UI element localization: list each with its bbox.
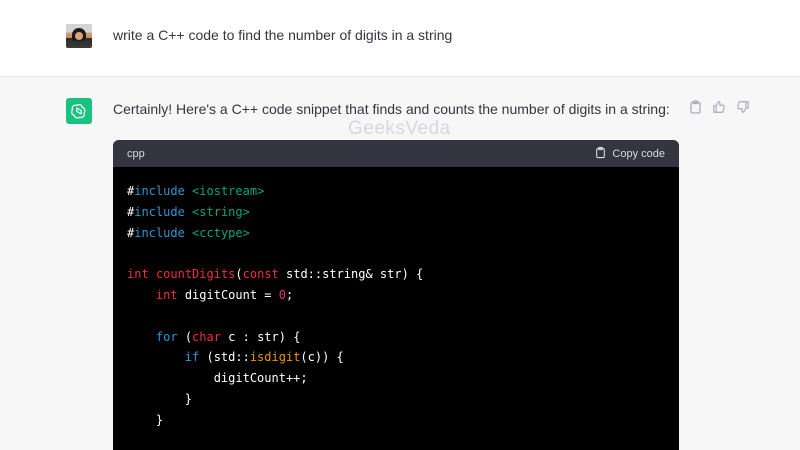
code-token: }: [127, 391, 193, 406]
code-token: (std::: [199, 350, 250, 365]
code-token: include: [134, 204, 185, 219]
clipboard-icon: [595, 146, 606, 162]
thumbs-down-icon[interactable]: [736, 100, 750, 114]
code-token: std::string& str) {: [278, 267, 424, 282]
code-line: #include <string>: [127, 202, 679, 223]
watermark: GeeksVeda: [348, 118, 451, 139]
code-token: const: [242, 267, 279, 282]
code-block: cpp Copy code #include <iostream> #includ…: [113, 140, 679, 450]
code-line: digitCount++;: [127, 368, 679, 389]
code-token: countDigits: [155, 267, 236, 282]
copy-code-button[interactable]: Copy code: [595, 146, 665, 162]
code-token: c : str) {: [220, 329, 301, 344]
code-line: for (char c : str) {: [127, 327, 679, 348]
code-token: digitCount++;: [127, 371, 308, 386]
code-block-header: cpp Copy code: [113, 140, 679, 167]
user-avatar: [66, 24, 92, 48]
code-token: for: [155, 329, 178, 344]
copy-code-label: Copy code: [612, 147, 665, 160]
code-token: <string>: [192, 204, 250, 219]
code-language-label: cpp: [127, 147, 145, 160]
code-token: isdigit: [249, 350, 301, 365]
code-line: }: [127, 389, 679, 410]
code-content: #include <iostream> #include <string> #inc…: [113, 167, 679, 431]
code-token: (c)) {: [300, 350, 344, 365]
code-token: include: [134, 225, 185, 240]
code-token: <iostream>: [192, 184, 265, 198]
code-token: (: [235, 267, 243, 282]
code-token: 0: [278, 287, 286, 302]
user-message-row: write a C++ code to find the number of d…: [0, 0, 800, 77]
code-token: <cctype>: [192, 225, 250, 240]
clipboard-icon[interactable]: [688, 100, 702, 114]
chatgpt-logo-icon: [66, 98, 92, 124]
code-line: if (std::isdigit(c)) {: [127, 347, 679, 368]
code-token: ;: [285, 287, 294, 302]
code-token: include: [134, 184, 185, 198]
code-line: #include <cctype>: [127, 223, 679, 244]
thumbs-up-icon[interactable]: [712, 100, 726, 114]
code-line: int countDigits(const std::string& str) …: [127, 264, 679, 285]
message-actions: [688, 100, 750, 114]
code-line: int digitCount = 0;: [127, 285, 679, 306]
code-token: int: [155, 287, 178, 302]
code-token: (: [177, 329, 193, 344]
code-line: #include <iostream>: [127, 181, 679, 202]
code-token: char: [192, 329, 221, 344]
user-message-text: write a C++ code to find the number of d…: [113, 27, 453, 43]
code-token: digitCount =: [177, 287, 279, 302]
code-token: int: [127, 267, 149, 282]
code-token: if: [184, 350, 200, 365]
code-token: }: [127, 412, 164, 427]
assistant-message-text: Certainly! Here's a C++ code snippet tha…: [113, 101, 670, 117]
code-line: }: [127, 410, 679, 431]
